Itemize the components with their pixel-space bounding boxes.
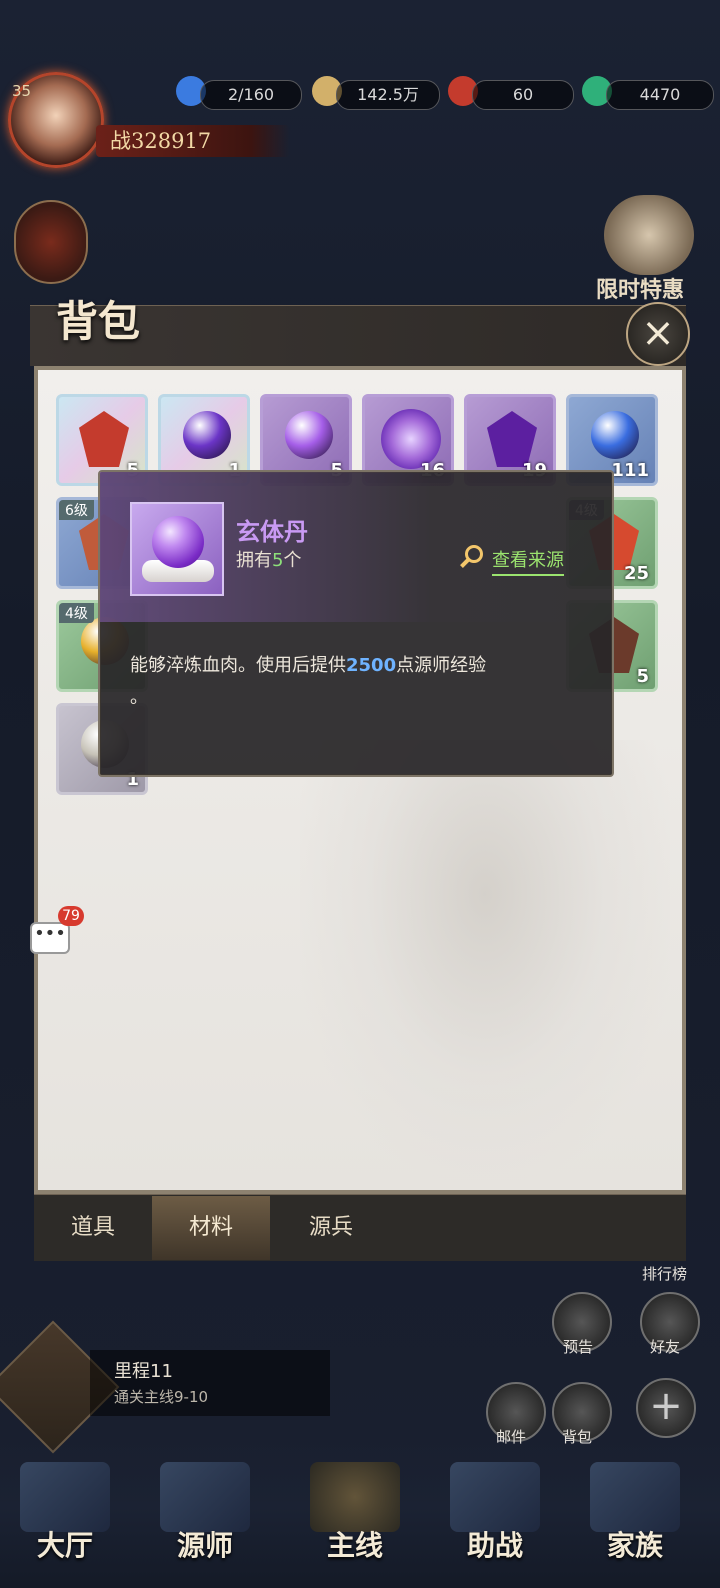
quest-title: 里程11 (114, 1361, 173, 1382)
masters-icon (160, 1462, 250, 1532)
quest-subtitle: 通关主线9-10 (114, 1388, 209, 1406)
limited-offer-avatar[interactable] (604, 195, 694, 275)
desc-text: 能够淬炼血肉。使用后提供 (130, 655, 346, 676)
desc-end: 。 (130, 687, 148, 708)
chat-icon[interactable]: ••• (30, 922, 70, 954)
tooltip-item-name: 玄体丹 (236, 517, 308, 546)
tab-materials[interactable]: 材料 (152, 1196, 270, 1260)
item-count: 111 (611, 460, 649, 481)
rank-label[interactable]: 排行榜 (642, 1263, 687, 1284)
item-count: 25 (623, 563, 649, 584)
desc-number: 2500 (346, 655, 397, 676)
orb-icon (591, 411, 639, 459)
character-watermark (300, 740, 670, 1180)
gem-value[interactable]: 60 (472, 80, 574, 110)
tooltip-description: 能够淬炼血肉。使用后提供2500点源师经验。 (130, 650, 580, 714)
nav-assist[interactable]: 助战 (430, 1462, 560, 1562)
nav-assist-label: 助战 (466, 1529, 523, 1562)
friends-label: 好友 (650, 1338, 681, 1356)
nav-family-label: 家族 (606, 1529, 663, 1562)
limited-offer-label[interactable]: 限时特惠 (596, 272, 684, 304)
event-button[interactable] (14, 200, 88, 284)
hall-icon (20, 1462, 110, 1532)
item-level-badge: 4级 (59, 603, 94, 623)
view-source-link[interactable]: 查看来源 (492, 546, 564, 576)
nav-hall[interactable]: 大厅 (0, 1462, 130, 1562)
close-button[interactable]: × (626, 302, 690, 366)
nav-hall-label: 大厅 (36, 1529, 93, 1562)
main-icon (310, 1462, 400, 1532)
bag-title: 背包 (56, 297, 141, 346)
plus-button[interactable]: + (636, 1378, 696, 1438)
gold-value[interactable]: 142.5万 (336, 80, 440, 110)
item-level-badge: 6级 (59, 500, 94, 520)
item-count: 5 (636, 666, 649, 687)
notice-label: 预告 (563, 1338, 594, 1356)
jade-value[interactable]: 4470 (606, 80, 714, 110)
tooltip-item-icon (130, 502, 224, 596)
orb-icon (183, 411, 231, 459)
player-level: 35 (12, 82, 32, 100)
nav-family[interactable]: 家族 (570, 1462, 700, 1562)
assist-icon (450, 1462, 540, 1532)
tab-weapons[interactable]: 源兵 (272, 1196, 390, 1260)
orb-icon (285, 411, 333, 459)
nav-masters[interactable]: 源师 (140, 1462, 270, 1562)
purple-orb-icon (152, 516, 204, 568)
crystal-icon (487, 411, 537, 467)
owned-suffix: 个 (283, 550, 302, 571)
power-display: 战328917 (96, 125, 290, 157)
owned-prefix: 拥有 (236, 550, 272, 571)
chat-badge: 79 (58, 906, 84, 926)
crystal-icon (79, 411, 129, 467)
family-icon (590, 1462, 680, 1532)
stamina-value[interactable]: 2/160 (200, 80, 302, 110)
desc-text-2: 点源师经验 (396, 655, 487, 676)
owned-count: 5 (272, 550, 284, 571)
nav-main[interactable]: 主线 (290, 1462, 420, 1562)
tab-props[interactable]: 道具 (34, 1196, 152, 1260)
nav-main-label: 主线 (326, 1529, 383, 1562)
nav-masters-label: 源师 (176, 1529, 233, 1562)
tooltip-owned: 拥有5个 (236, 546, 301, 572)
